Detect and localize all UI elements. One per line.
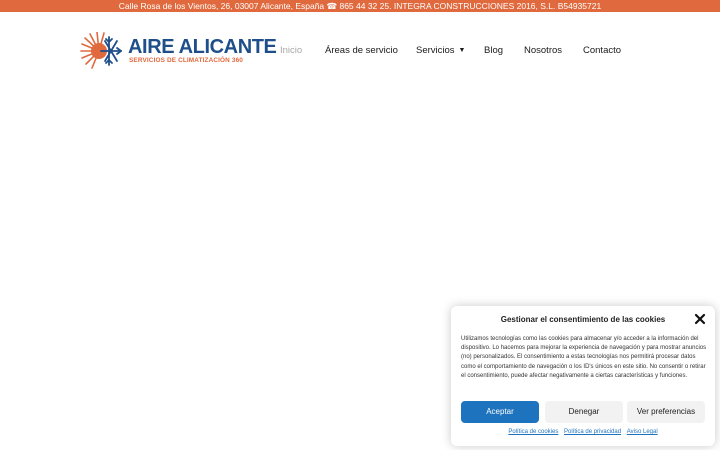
caret-down-icon: ▼ [458,47,466,54]
nav-item-inicio[interactable]: Inicio [280,44,302,58]
nav-item-servicios-label: Servicios [416,45,455,56]
legal-notice-link[interactable]: Aviso Legal [627,429,658,435]
privacy-policy-link[interactable]: Política de privacidad [564,429,621,435]
cookie-dialog-title: Gestionar el consentimiento de las cooki… [500,315,666,324]
cookie-policy-link[interactable]: Política de cookies [508,429,558,435]
main-nav: Inicio Áreas de servicio Servicios ▼ Blog… [0,44,720,58]
nav-item-nosotros[interactable]: Nosotros [524,44,562,58]
top-info-bar: Calle Rosa de los Vientos, 26, 03007 Ali… [0,0,720,12]
nav-item-areas-de-servicio[interactable]: Áreas de servicio [325,44,398,58]
accept-button[interactable]: Aceptar [461,401,539,423]
deny-button[interactable]: Denegar [545,401,623,423]
nav-item-blog[interactable]: Blog [484,44,503,58]
cookie-dialog-body: Utilizamos tecnologías como las cookies … [461,336,707,379]
cookie-policy-links: Política de cookies Política de privacid… [451,429,715,435]
cookie-consent-dialog: Gestionar el consentimiento de las cooki… [451,306,715,446]
top-info-text: Calle Rosa de los Vientos, 26, 03007 Ali… [118,1,602,11]
logo-subtitle: SERVICIOS DE CLIMATIZACIÓN 360 [129,57,243,64]
close-icon[interactable] [694,313,706,325]
nav-item-contacto[interactable]: Contacto [583,44,621,58]
nav-item-servicios[interactable]: Servicios ▼ [416,44,465,58]
view-preferences-button[interactable]: Ver preferencias [627,401,705,423]
site-header: AIRE ALICANTE SERVICIOS DE CLIMATIZACIÓN… [0,12,720,88]
